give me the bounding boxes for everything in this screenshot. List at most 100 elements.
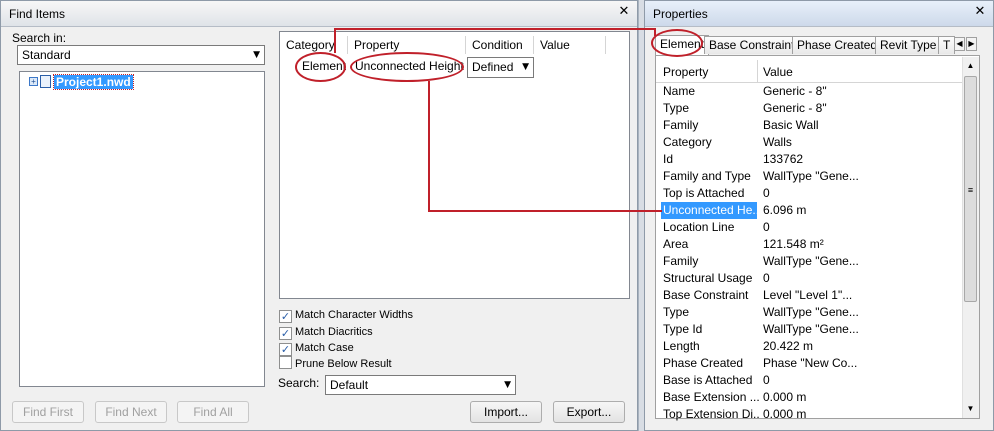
property-row[interactable]: Base Constraint Level "Level 1"...	[660, 287, 962, 304]
match-character-widths-checkbox[interactable]: ✓ Match Character Widths	[279, 307, 413, 323]
property-row[interactable]: Area 121.548 m²	[660, 236, 962, 253]
annotation-line	[334, 28, 654, 30]
match-diacritics-checkbox[interactable]: ✓ Match Diacritics	[279, 324, 373, 340]
chevron-down-icon[interactable]: ▼	[522, 58, 529, 76]
property-name: Base Constraint	[663, 288, 749, 302]
property-value: Level "Level 1"...	[763, 288, 853, 302]
property-row[interactable]: Base Extension ... 0.000 m	[660, 389, 962, 406]
property-name: Family and Type	[663, 169, 751, 183]
property-value: 0.000 m	[763, 390, 807, 404]
scroll-down-icon[interactable]: ▼	[964, 402, 977, 415]
checkbox-box[interactable]: ✓	[279, 310, 292, 323]
tab-revit-type[interactable]: Revit Type	[875, 36, 942, 54]
property-row[interactable]: Family and Type WallType "Gene...	[660, 168, 962, 185]
property-name: Family	[663, 254, 699, 268]
property-value: WallType "Gene...	[763, 305, 859, 319]
chevron-down-icon[interactable]: ▼	[253, 46, 260, 64]
checkbox-label: Match Diacritics	[295, 326, 373, 338]
property-name: Base Extension ...	[663, 390, 759, 404]
property-row[interactable]: Type Generic - 8"	[660, 100, 962, 117]
checkbox-box[interactable]: ✓	[279, 327, 292, 340]
properties-title: Properties	[645, 1, 993, 27]
property-row[interactable]: Id 133762	[660, 151, 962, 168]
property-name: Phase Created	[663, 356, 744, 370]
checkbox-box[interactable]	[279, 356, 292, 369]
property-value: WallType "Gene...	[763, 254, 859, 268]
search-in-label: Search in:	[12, 31, 67, 45]
find-items-title: Find Items	[1, 1, 637, 27]
annotation-line	[334, 28, 336, 53]
property-row[interactable]: Unconnected He... 6.096 m	[660, 202, 962, 219]
property-row[interactable]: Family Basic Wall	[660, 117, 962, 134]
find-next-button[interactable]: Find Next	[95, 401, 167, 423]
property-value: WallType "Gene...	[763, 169, 859, 183]
annotation-oval-element	[295, 52, 346, 82]
search-select[interactable]: Default ▼	[325, 375, 516, 395]
property-value: 6.096 m	[763, 203, 807, 217]
header-value[interactable]: Value	[534, 36, 606, 54]
property-value: Walls	[763, 135, 792, 149]
property-row[interactable]: Type WallType "Gene...	[660, 304, 962, 321]
property-row[interactable]: Structural Usage 0	[660, 270, 962, 287]
properties-close-icon[interactable]: ✕	[973, 5, 987, 19]
search-in-select[interactable]: Standard ▼	[17, 45, 265, 65]
tab-base-constraint[interactable]: Base Constraint	[704, 36, 800, 54]
property-value: Generic - 8"	[763, 101, 827, 115]
annotation-line	[428, 81, 430, 212]
property-name: Type	[663, 101, 690, 115]
property-name: Top Extension Di...	[663, 407, 759, 421]
tab-overflow[interactable]: T	[938, 36, 956, 54]
tab-scroll-right-icon[interactable]: ▶	[966, 37, 977, 51]
property-name: Category	[663, 135, 712, 149]
header-value[interactable]: Value	[763, 65, 793, 79]
checkbox-label: Match Character Widths	[295, 309, 413, 321]
property-value: 0.000 m	[763, 407, 807, 421]
checkbox-label: Prune Below Result	[295, 358, 392, 370]
tree-expand-icon[interactable]: +	[29, 77, 38, 86]
property-name: Length	[663, 339, 700, 353]
find-items-close-icon[interactable]: ✕	[617, 5, 631, 19]
property-value: Generic - 8"	[763, 84, 827, 98]
property-row[interactable]: Category Walls	[660, 134, 962, 151]
checkbox-box[interactable]: ✓	[279, 343, 292, 356]
prune-below-result-checkbox[interactable]: Prune Below Result	[279, 356, 392, 372]
find-all-button[interactable]: Find All	[177, 401, 249, 423]
selection-tree[interactable]	[19, 71, 265, 387]
property-row[interactable]: Length 20.422 m	[660, 338, 962, 355]
annotation-oval-unconnected-height	[350, 52, 464, 82]
property-name: Structural Usage	[663, 271, 753, 285]
match-case-checkbox[interactable]: ✓ Match Case	[279, 340, 354, 356]
tree-item-project[interactable]: Project1.nwd	[53, 74, 134, 90]
import-button[interactable]: Import...	[470, 401, 542, 423]
property-name: Top is Attached	[663, 186, 745, 200]
header-condition[interactable]: Condition	[466, 36, 534, 54]
annotation-line	[654, 28, 656, 36]
tab-scroll-left-icon[interactable]: ◀	[954, 37, 965, 51]
property-name: Type	[663, 305, 690, 319]
tab-phase-created[interactable]: Phase Created	[792, 36, 883, 54]
property-name: Name	[663, 84, 696, 98]
scroll-thumb[interactable]: ≡	[964, 76, 977, 302]
header-category[interactable]: Category	[280, 36, 348, 54]
search-value: Default	[330, 378, 369, 392]
property-row[interactable]: Type Id WallType "Gene...	[660, 321, 962, 338]
property-value: 133762	[763, 152, 804, 166]
property-value: WallType "Gene...	[763, 322, 859, 336]
property-row[interactable]: Top is Attached 0	[660, 185, 962, 202]
property-row[interactable]: Family WallType "Gene...	[660, 253, 962, 270]
search-in-value: Standard	[22, 48, 71, 62]
property-name: Location Line	[663, 220, 735, 234]
export-button[interactable]: Export...	[553, 401, 625, 423]
property-row[interactable]: Location Line 0	[660, 219, 962, 236]
property-row[interactable]: Phase Created Phase "New Co...	[660, 355, 962, 372]
property-name: Family	[663, 118, 699, 132]
condition-select[interactable]: Defined ▼	[467, 57, 534, 78]
property-row[interactable]: Top Extension Di... 0.000 m	[660, 406, 962, 423]
scroll-up-icon[interactable]: ▲	[964, 59, 977, 72]
find-first-button[interactable]: Find First	[12, 401, 84, 423]
property-row[interactable]: Name Generic - 8"	[660, 83, 962, 100]
property-row[interactable]: Base is Attached 0	[660, 372, 962, 389]
header-property[interactable]: Property	[663, 65, 708, 79]
annotation-line	[428, 210, 662, 212]
chevron-down-icon[interactable]: ▼	[504, 376, 511, 394]
